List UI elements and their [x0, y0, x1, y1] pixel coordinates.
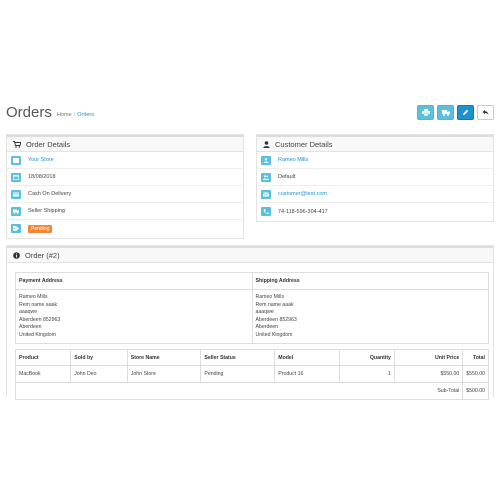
- shipping-address-header: Shipping Address: [251, 272, 489, 290]
- user-icon: [261, 155, 271, 165]
- quantity-cell: 1: [338, 365, 395, 383]
- shop-icon: [11, 155, 21, 165]
- unit-price-cell: $550.00: [393, 365, 464, 383]
- page-title: Orders: [6, 104, 52, 121]
- truck-icon: [11, 206, 21, 216]
- user-icon: [263, 140, 270, 148]
- shipping-address-line: aaaqwe: [255, 309, 274, 315]
- payment-method-row: Cash On Delivery: [7, 186, 243, 203]
- customer-group: Default: [278, 174, 296, 180]
- column-header: Sold by: [70, 349, 128, 366]
- column-header: Model: [274, 349, 340, 366]
- shipping-address-line: Rem name aaak: [255, 301, 294, 308]
- customer-details-panel: Customer Details Rameo Mills Default cus…: [256, 134, 494, 222]
- column-header: Quantity: [338, 349, 395, 366]
- subtotal-row: Sub-Total $500.00: [14, 382, 489, 400]
- shopping-cart-icon: [13, 140, 21, 148]
- credit-card-icon: [11, 189, 21, 199]
- print-invoice-button[interactable]: [417, 105, 434, 120]
- shipping-method: Seller Shipping: [28, 208, 65, 214]
- order-details-panel: Order Details Your Store 18/08/2018 Cash…: [6, 134, 244, 239]
- shipping-address: Rameo Mills Rem name aaak aaaqwe Aberdee…: [251, 289, 489, 344]
- reply-icon: [482, 110, 489, 115]
- status-badge: Pending: [28, 224, 53, 233]
- products-header-row: Product Sold by Store Name Seller Status…: [14, 349, 489, 366]
- customer-name-row: Rameo Mills: [257, 152, 493, 169]
- subtotal-value: $500.00: [462, 382, 489, 400]
- model-cell: Product 16: [274, 365, 340, 383]
- date-row: 18/08/2018: [7, 169, 243, 186]
- breadcrumb-home[interactable]: Home: [57, 112, 72, 118]
- page: Orders Home / Orders Order Details Your …: [0, 0, 500, 500]
- info-circle-icon: [13, 251, 20, 259]
- edit-button[interactable]: [457, 105, 474, 120]
- order-heading: Order (#2): [7, 246, 493, 263]
- breadcrumb-separator: /: [73, 112, 76, 118]
- column-header: Seller Status: [200, 349, 276, 366]
- column-header: Unit Price: [393, 349, 464, 366]
- column-header: Product: [14, 349, 72, 366]
- phone-icon: [261, 207, 271, 216]
- customer-email-row: customer@test.com: [257, 186, 493, 203]
- envelope-icon: [261, 189, 271, 199]
- customer-details-heading: Customer Details: [257, 135, 493, 152]
- product-link[interactable]: MacBook: [14, 365, 72, 383]
- customer-details-title: Customer Details: [275, 139, 333, 149]
- address-table: Payment Address Shipping Address Rameo M…: [15, 272, 489, 344]
- customer-name-link[interactable]: Rameo Mills: [278, 157, 308, 163]
- customer-group-row: Default: [257, 169, 493, 186]
- payment-address-line: Aberdeen: [19, 324, 42, 330]
- payment-address-line: Rem name aaak: [19, 301, 58, 308]
- shipping-address-line: Aberdeen: [255, 324, 279, 330]
- breadcrumb-orders[interactable]: Orders: [77, 112, 94, 118]
- order-details-title: Order Details: [26, 139, 71, 149]
- payment-method: Cash On Delivery: [28, 191, 72, 197]
- total-cell: $550.00: [462, 365, 489, 383]
- payment-address-line: Rameo Mills: [19, 294, 48, 300]
- column-header: Store Name: [126, 349, 202, 366]
- order-title: Order (#2): [25, 250, 60, 260]
- group-icon: [261, 172, 271, 182]
- calendar-icon: [11, 172, 21, 182]
- subtotal-label: Sub-Total: [14, 382, 464, 400]
- shipping-address-line: United Kingdom: [255, 331, 293, 338]
- payment-address-line: aaaqwe: [19, 309, 38, 315]
- order-details-heading: Order Details: [7, 135, 243, 152]
- seller-status-cell: Pending: [200, 365, 276, 383]
- payment-address: Rameo Mills Rem name aaak aaaqwe Aberdee…: [15, 289, 253, 344]
- store-name-cell: John Store: [126, 365, 202, 383]
- products-table: Product Sold by Store Name Seller Status…: [14, 349, 489, 400]
- payment-address-line: Aberdeen 852963: [19, 316, 61, 323]
- print-shipping-button[interactable]: [437, 105, 454, 120]
- store-link[interactable]: Your Store: [28, 157, 54, 163]
- order-panel: Order (#2) Payment Address Shipping Addr…: [6, 245, 494, 400]
- shipping-address-line: Aberdeen 852963: [255, 316, 297, 323]
- table-row: MacBook John Deo John Store Pending Prod…: [14, 365, 489, 383]
- pencil-icon: [463, 109, 469, 115]
- back-button[interactable]: [477, 105, 494, 120]
- customer-email-link[interactable]: customer@test.com: [278, 191, 327, 197]
- customer-phone-row: 74-118-596-304-417: [257, 203, 493, 220]
- store-row: Your Store: [7, 152, 243, 169]
- sold-by-cell: John Deo: [70, 365, 128, 383]
- toolbar: [417, 105, 494, 120]
- payment-address-line: United Kingdom: [19, 331, 56, 338]
- column-header: Total: [462, 349, 489, 366]
- payment-address-header: Payment Address: [15, 272, 253, 290]
- tag-icon: [11, 224, 21, 233]
- breadcrumb: Home / Orders: [57, 112, 94, 118]
- status-row: Pending: [7, 220, 243, 237]
- customer-phone: 74-118-596-304-417: [278, 208, 328, 215]
- truck-icon: [441, 110, 450, 116]
- shipping-method-row: Seller Shipping: [7, 203, 243, 220]
- page-header: Orders Home / Orders: [6, 100, 494, 130]
- shipping-address-line: Rameo Mills: [255, 294, 285, 300]
- order-date: 18/08/2018: [28, 174, 56, 180]
- print-icon: [421, 109, 430, 116]
